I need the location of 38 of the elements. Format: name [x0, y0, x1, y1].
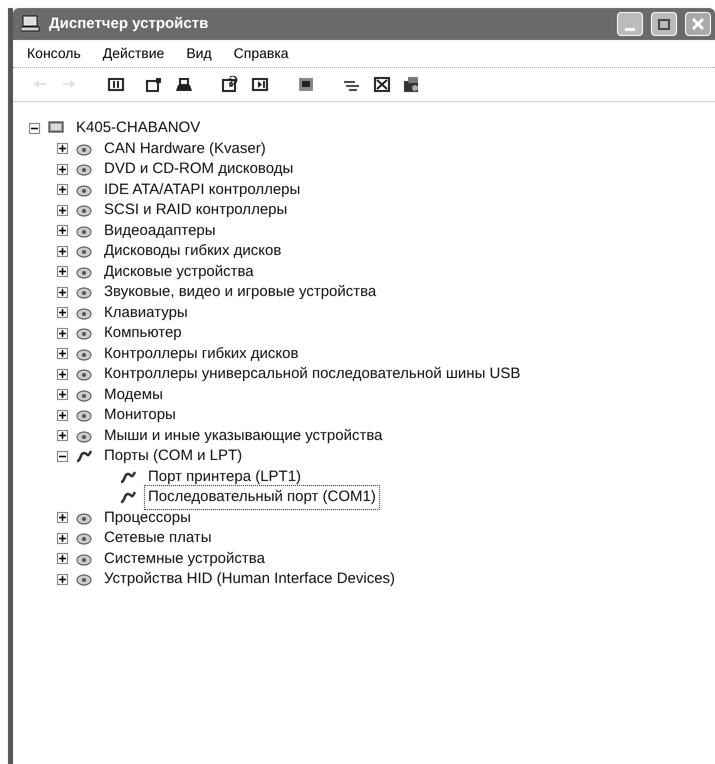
expand-icon[interactable] [57, 410, 68, 421]
expand-icon[interactable] [57, 574, 68, 585]
expand-icon[interactable] [57, 430, 68, 442]
expand-icon[interactable] [57, 307, 68, 318]
collapse-icon[interactable] [57, 450, 68, 462]
expand-icon[interactable] [57, 532, 68, 544]
expand-icon[interactable] [57, 368, 68, 380]
pane-icon[interactable] [251, 76, 269, 93]
menu-item[interactable]: Справка [234, 43, 289, 64]
device-icon[interactable] [403, 76, 421, 93]
expand-icon[interactable] [57, 328, 68, 339]
expand-icon[interactable] [57, 266, 68, 278]
computer-icon [21, 15, 41, 33]
printer-icon[interactable] [175, 76, 193, 93]
expand-icon[interactable] [57, 143, 68, 154]
expand-icon[interactable] [57, 348, 68, 360]
maximize-icon [658, 18, 670, 30]
expand-icon[interactable] [57, 225, 68, 236]
menu-item[interactable]: Консоль [27, 43, 81, 64]
remove-icon[interactable] [373, 76, 391, 93]
panel-icon[interactable] [107, 76, 125, 93]
properties-icon[interactable] [145, 76, 163, 93]
menu-item[interactable]: Вид [186, 43, 212, 64]
expand-icon[interactable] [57, 164, 68, 175]
expand-icon[interactable] [57, 246, 68, 257]
window-title: Диспетчер устройств [49, 14, 208, 34]
close-icon [691, 17, 705, 31]
expand-icon[interactable] [57, 389, 68, 400]
expand-icon[interactable] [57, 553, 68, 564]
tree-item[interactable]: Последовательный порт (COM1) [144, 485, 380, 510]
expand-icon[interactable] [57, 204, 68, 216]
expand-icon[interactable] [57, 286, 68, 298]
expand-icon[interactable] [57, 184, 68, 196]
expand-icon[interactable] [57, 512, 68, 524]
collapse-icon[interactable] [29, 122, 40, 134]
maximize-button[interactable] [651, 12, 677, 36]
menu-item[interactable]: Действие [102, 43, 164, 64]
minimize-icon [625, 28, 635, 31]
